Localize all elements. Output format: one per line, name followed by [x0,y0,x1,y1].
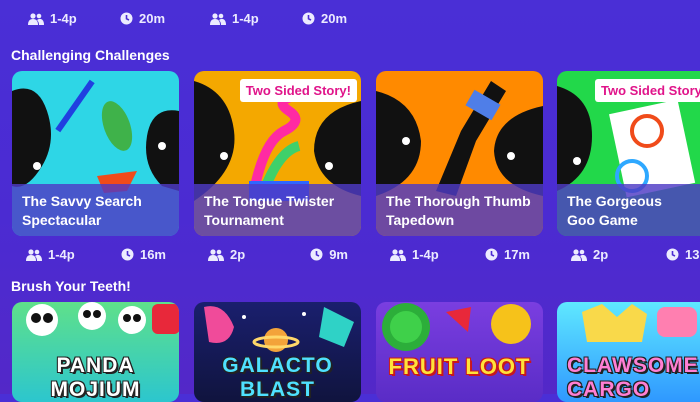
players: 1-4p [26,247,75,262]
clock-icon [485,248,498,261]
clock-icon [302,12,315,25]
players: 1-4p [390,247,439,262]
player-count: 1-4p [232,11,259,26]
game-logo-text: PANDA MOJIUM [50,354,141,401]
player-count: 2p [230,247,246,262]
clock-icon [666,248,679,261]
card-3-info-wrap: 1-4p 17m [390,71,530,271]
clock-icon [120,12,133,25]
player-count: 1-4p [412,247,439,262]
people-icon [26,248,42,261]
game-logo-text: GALACTO BLAST [222,354,333,401]
top-card-1-duration: 20m [120,11,165,26]
top-card-2-meta: 1-4p [210,11,259,26]
players: 2p [571,247,608,262]
duration-value: 13m [684,247,700,262]
brush-card-clawsome-cargo[interactable]: CLAWSOME CARGO [557,302,700,402]
brush-card-galacto-blast[interactable]: GALACTO BLAST [194,302,361,402]
people-icon [208,248,224,261]
top-card-2-duration: 20m [302,11,347,26]
duration-value: 9m [329,247,348,262]
section-title-challenges: Challenging Challenges [11,47,170,63]
clock-icon [310,248,323,261]
card-4-info-wrap: 2p 13m [571,71,700,271]
duration: 17m [485,247,530,262]
people-icon [28,12,44,25]
duration-value: 16m [139,247,166,262]
brush-card-panda-mojium[interactable]: PANDA MOJIUM [12,302,179,402]
people-icon [210,12,226,25]
duration: 20m [139,11,166,26]
player-count: 2p [593,247,609,262]
fruit-illustration [382,303,531,351]
section-title-brush-teeth: Brush Your Teeth! [11,278,131,294]
people-icon [571,248,587,261]
duration-value: 17m [503,247,530,262]
card-1-info-wrap: 1-4p 16m [26,71,166,271]
clock-icon [121,248,134,261]
card-2-info-wrap: 2p 9m [208,71,348,271]
game-logo-text: FRUIT LOOT [388,354,531,379]
players: 2p [208,247,245,262]
top-card-1-meta: 1-4p [28,11,77,26]
player-count: 1-4p [50,11,77,26]
duration: 16m [121,247,166,262]
duration: 9m [310,247,348,262]
people-icon [390,248,406,261]
player-count: 1-4p [48,247,75,262]
brush-card-fruit-loot[interactable]: FRUIT LOOT [376,302,543,402]
game-logo-text: CLAWSOME CARGO [567,354,699,401]
duration: 13m [666,247,700,262]
duration: 20m [321,11,348,26]
